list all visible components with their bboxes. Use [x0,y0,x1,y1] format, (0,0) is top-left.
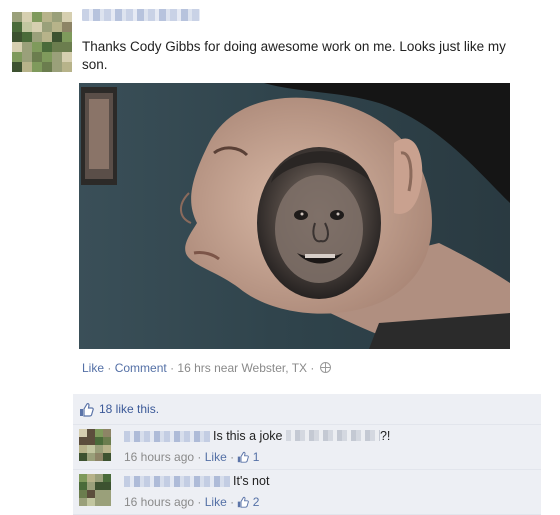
commenter-avatar[interactable] [79,474,111,506]
commenter-name[interactable] [124,431,210,442]
like-link[interactable]: Like [82,361,104,375]
likes-summary: 18 like this. [73,394,541,425]
comment-item: Is this a joke ?! 16 hours ago · Like · … [73,425,541,470]
separator: · [310,361,315,375]
comment-item: It's not 16 hours ago · Like · 2 [73,470,541,515]
comment-meta: 16 hours ago · Like · 1 [124,450,260,464]
likes-count-text[interactable]: 18 like this. [99,402,159,416]
separator: · [170,361,175,375]
comment-text-start: Is this a joke [213,429,283,443]
post-author-avatar[interactable] [12,12,72,72]
post-text: Thanks Cody Gibbs for doing awesome work… [82,39,506,72]
comment-like-link[interactable]: Like [205,450,227,464]
post-meta[interactable]: 16 hrs near Webster, TX [177,361,307,375]
post-author-name[interactable] [82,9,200,21]
comment-text: It's not [233,474,269,488]
comment-time[interactable]: 16 hours ago [124,450,194,464]
commenter-avatar[interactable] [79,429,111,461]
comment-text-start: It's not [233,474,270,488]
globe-icon[interactable] [319,362,331,373]
redacted-name [285,430,380,441]
comment-text-end: ?! [379,429,391,443]
post-photo[interactable] [79,83,510,349]
thumbs-up-icon [238,496,250,508]
separator: · [107,361,112,375]
commenter-name[interactable] [124,476,230,487]
post-action-bar: Like · Comment · 16 hrs near Webster, TX… [82,361,331,375]
thumbs-up-icon [80,402,94,417]
comment-link[interactable]: Comment [115,361,167,375]
comment-like-count[interactable]: 1 [253,450,260,464]
thumbs-up-icon [238,451,250,463]
comment-text: Is this a joke ?! [213,429,390,443]
